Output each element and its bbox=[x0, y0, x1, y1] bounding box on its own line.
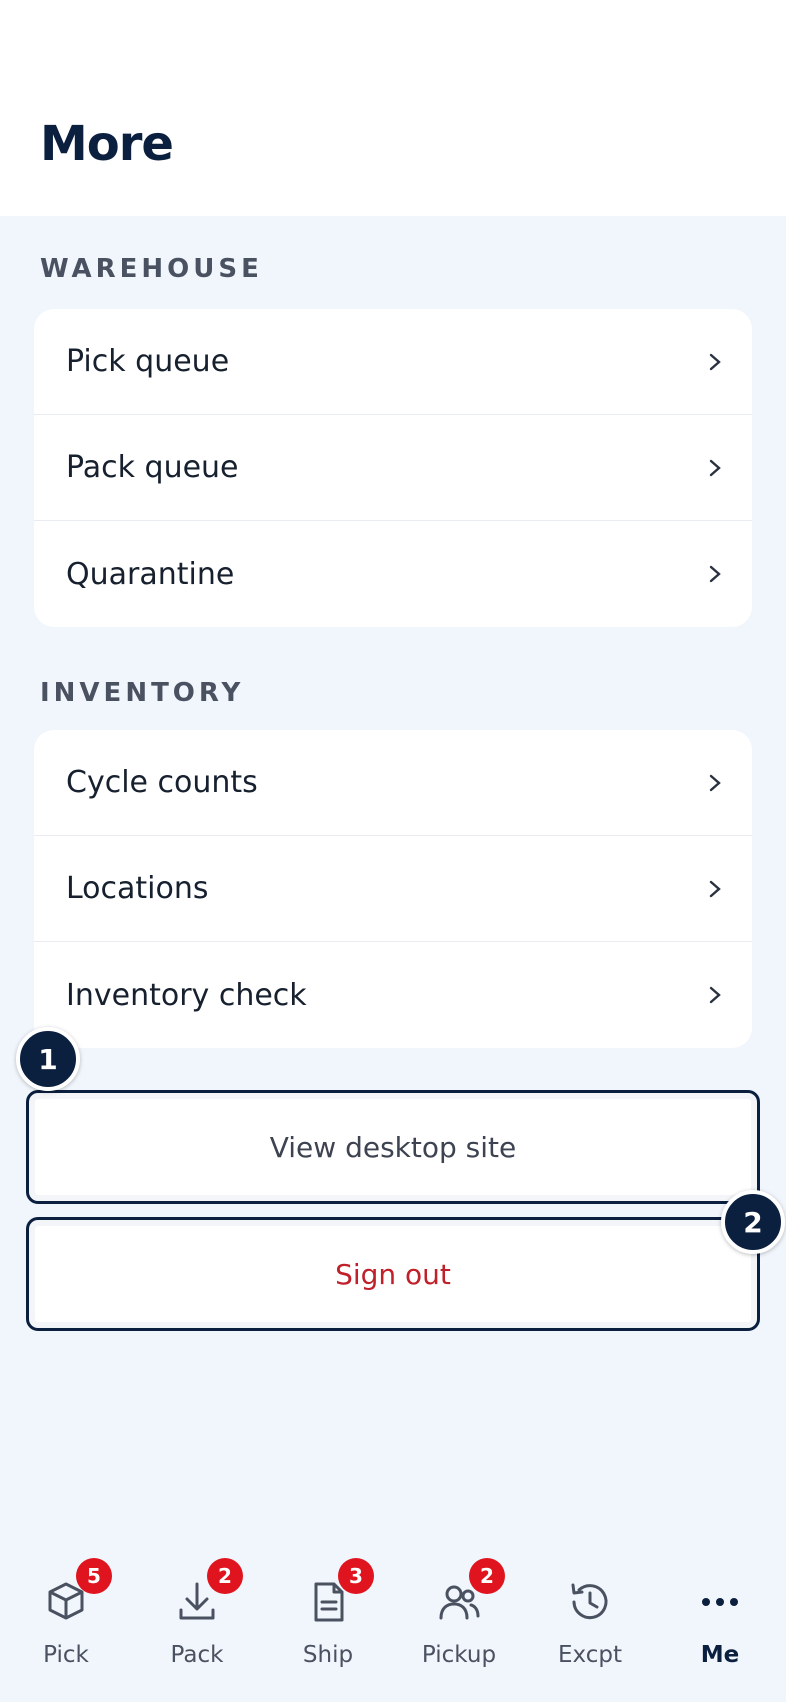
nav-item-pickup[interactable]: 2 Pickup bbox=[399, 1558, 519, 1690]
menu-item-label: Inventory check bbox=[66, 977, 307, 1013]
chevron-right-icon bbox=[709, 565, 721, 583]
menu-item-inventory-check[interactable]: Inventory check bbox=[34, 942, 752, 1048]
page-title: More bbox=[40, 116, 174, 172]
chevron-right-icon bbox=[709, 774, 721, 791]
history-icon bbox=[566, 1578, 614, 1626]
nav-label: Pickup bbox=[421, 1642, 497, 1668]
menu-item-label: Cycle counts bbox=[66, 765, 258, 800]
menu-item-label: Pick queue bbox=[66, 344, 230, 379]
section-label-inventory: INVENTORY bbox=[40, 678, 245, 708]
warehouse-card: Pick queue Pack queue Quarantine bbox=[34, 309, 752, 627]
nav-label: Pack bbox=[170, 1642, 224, 1668]
users-icon: 2 bbox=[435, 1558, 505, 1626]
menu-item-label: Pack queue bbox=[66, 450, 239, 485]
nav-item-me[interactable]: Me bbox=[660, 1560, 780, 1690]
nav-item-pack[interactable]: 2 Pack bbox=[137, 1558, 257, 1690]
download-icon: 2 bbox=[173, 1558, 243, 1626]
menu-item-label: Quarantine bbox=[66, 556, 235, 592]
menu-item-cycle-counts[interactable]: Cycle counts bbox=[34, 730, 752, 836]
nav-item-pick[interactable]: 5 Pick bbox=[6, 1558, 126, 1690]
header: More bbox=[0, 0, 786, 216]
chevron-right-icon bbox=[709, 880, 721, 897]
nav-label: Ship bbox=[302, 1642, 354, 1668]
badge-count: 2 bbox=[469, 1558, 505, 1594]
nav-label: Me bbox=[700, 1642, 740, 1668]
chevron-right-icon bbox=[709, 353, 721, 370]
nav-label: Pick bbox=[43, 1642, 89, 1668]
chevron-right-icon bbox=[709, 986, 721, 1004]
document-icon: 3 bbox=[304, 1558, 374, 1626]
nav-item-excpt[interactable]: Excpt bbox=[530, 1560, 650, 1690]
menu-item-label: Locations bbox=[66, 871, 209, 906]
bottom-nav: 5 Pick 2 Pack 3 Ship 2 Pickup Excpt Me bbox=[0, 1540, 786, 1702]
menu-item-quarantine[interactable]: Quarantine bbox=[34, 521, 752, 627]
nav-label: Excpt bbox=[557, 1642, 622, 1668]
annotation-marker-1: 1 bbox=[16, 1027, 80, 1091]
annotation-marker-2: 2 bbox=[721, 1190, 785, 1254]
nav-item-ship[interactable]: 3 Ship bbox=[268, 1558, 388, 1690]
menu-item-locations[interactable]: Locations bbox=[34, 836, 752, 942]
more-dots-icon bbox=[696, 1578, 744, 1626]
sign-out-button[interactable]: Sign out bbox=[26, 1217, 760, 1331]
menu-item-pack-queue[interactable]: Pack queue bbox=[34, 415, 752, 521]
menu-item-pick-queue[interactable]: Pick queue bbox=[34, 309, 752, 415]
chevron-right-icon bbox=[709, 459, 721, 476]
section-label-warehouse: WAREHOUSE bbox=[40, 254, 263, 284]
view-desktop-site-button[interactable]: View desktop site bbox=[26, 1090, 760, 1204]
badge-count: 5 bbox=[76, 1558, 112, 1594]
inventory-card: Cycle counts Locations Inventory check bbox=[34, 730, 752, 1048]
badge-count: 2 bbox=[207, 1558, 243, 1594]
badge-count: 3 bbox=[338, 1558, 374, 1594]
box-icon: 5 bbox=[42, 1558, 112, 1626]
